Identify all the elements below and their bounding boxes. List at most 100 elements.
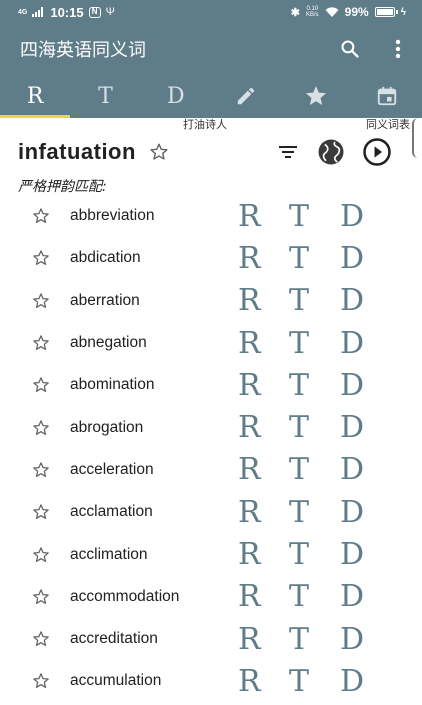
favorite-head-word-button[interactable] xyxy=(148,141,170,163)
definition-link-button[interactable]: D xyxy=(340,283,391,318)
list-item[interactable]: acceleration R T D xyxy=(0,449,422,491)
list-item[interactable]: abomination R T D xyxy=(0,364,422,406)
definition-link-button[interactable]: D xyxy=(340,579,391,614)
network-type: 4G xyxy=(18,8,28,16)
definition-link-button[interactable]: D xyxy=(340,622,391,657)
tab-compose[interactable] xyxy=(211,74,281,118)
tab-calendar[interactable] xyxy=(352,74,422,118)
filter-icon xyxy=(279,146,297,158)
thesaurus-link-button[interactable]: T xyxy=(289,495,340,530)
play-button[interactable] xyxy=(362,137,392,167)
rhyme-word[interactable]: acclimation xyxy=(70,546,148,564)
status-right: ✱ 0.10 KB/s 99% ϟ xyxy=(291,5,422,19)
tab-thesaurus[interactable]: T xyxy=(70,74,140,118)
definition-link-button[interactable]: D xyxy=(340,537,391,572)
tab-rhymes[interactable]: R xyxy=(0,74,71,118)
list-item[interactable]: abrogation R T D xyxy=(0,406,422,448)
rhyme-link-button[interactable]: R xyxy=(238,410,289,445)
app-actions xyxy=(326,24,422,74)
rhyme-link-button[interactable]: R xyxy=(238,537,289,572)
favorite-star-icon[interactable] xyxy=(31,375,51,395)
battery-level xyxy=(376,9,393,15)
rhyme-word[interactable]: abbreviation xyxy=(70,207,154,225)
rhyme-link-button[interactable]: R xyxy=(238,283,289,318)
thesaurus-link-button[interactable]: T xyxy=(289,368,340,403)
charging-icon: ϟ xyxy=(400,6,406,18)
thesaurus-link-button[interactable]: T xyxy=(289,622,340,657)
rhyme-word[interactable]: abomination xyxy=(70,376,154,394)
status-bar: 4G 10:15 N Ψ ✱ 0.10 KB/s 99% ϟ xyxy=(0,0,422,24)
list-item[interactable]: acclamation R T D xyxy=(0,491,422,533)
rhyme-word[interactable]: abdication xyxy=(70,249,141,267)
rhyme-link-button[interactable]: R xyxy=(238,326,289,361)
thesaurus-link-button[interactable]: T xyxy=(289,241,340,276)
thesaurus-link-button[interactable]: T xyxy=(289,410,340,445)
thesaurus-link-button[interactable]: T xyxy=(289,283,340,318)
favorite-star-icon[interactable] xyxy=(31,587,51,607)
battery-icon xyxy=(374,7,398,17)
rhyme-link-button[interactable]: R xyxy=(238,579,289,614)
bluetooth-icon: ✱ xyxy=(290,6,300,19)
list-item[interactable]: abdication R T D xyxy=(0,237,422,279)
favorite-star-icon[interactable] xyxy=(31,671,51,691)
thesaurus-link-button[interactable]: T xyxy=(289,452,340,487)
rhyme-link-button[interactable]: R xyxy=(238,368,289,403)
favorite-star-icon[interactable] xyxy=(31,460,51,480)
definition-link-button[interactable]: D xyxy=(340,326,391,361)
list-item[interactable]: aberration R T D xyxy=(0,280,422,322)
definition-link-button[interactable]: D xyxy=(340,368,391,403)
filter-button[interactable] xyxy=(276,140,300,164)
favorite-star-icon[interactable] xyxy=(31,629,51,649)
rhyme-link-button[interactable]: R xyxy=(238,241,289,276)
rhyme-word[interactable]: acceleration xyxy=(70,461,154,479)
thesaurus-link-button[interactable]: T xyxy=(289,579,340,614)
list-item[interactable]: accreditation R T D xyxy=(0,618,422,660)
overflow-menu-button[interactable] xyxy=(374,24,422,74)
rhyme-link-button[interactable]: R xyxy=(238,622,289,657)
rhyme-word[interactable]: aberration xyxy=(70,292,140,310)
rhyme-word[interactable]: accommodation xyxy=(70,588,179,606)
rhyme-link-button[interactable]: R xyxy=(238,495,289,530)
calendar-icon xyxy=(377,86,396,106)
rtd-links: RTD xyxy=(238,326,391,361)
definition-link-button[interactable]: D xyxy=(340,199,391,234)
rhyme-word[interactable]: acclamation xyxy=(70,503,153,521)
thesaurus-link-button[interactable]: T xyxy=(289,199,340,234)
rhyme-link-button[interactable]: R xyxy=(238,664,289,699)
rtd-links: RTD xyxy=(238,283,391,318)
thesaurus-link-button[interactable]: T xyxy=(289,326,340,361)
rhyme-word[interactable]: accumulation xyxy=(70,672,161,690)
list-item[interactable]: accumulation R T D xyxy=(0,660,422,702)
rtd-links: RTD xyxy=(238,579,391,614)
favorite-star-icon[interactable] xyxy=(31,502,51,522)
list-item[interactable]: abbreviation R T D xyxy=(0,195,422,237)
list-item[interactable]: abnegation R T D xyxy=(0,322,422,364)
search-button[interactable] xyxy=(326,24,374,74)
rtd-links: RTD xyxy=(238,664,391,699)
definition-link-button[interactable]: D xyxy=(340,241,391,276)
language-button[interactable] xyxy=(316,137,346,167)
definition-link-button[interactable]: D xyxy=(340,410,391,445)
favorite-star-icon[interactable] xyxy=(31,418,51,438)
list-item[interactable]: acclimation R T D xyxy=(0,533,422,575)
rhyme-link-button[interactable]: R xyxy=(238,199,289,234)
tab-label-r: R xyxy=(26,83,44,109)
favorite-star-icon[interactable] xyxy=(31,291,51,311)
favorite-star-icon[interactable] xyxy=(31,333,51,353)
definition-link-button[interactable]: D xyxy=(340,495,391,530)
list-item[interactable]: accommodation R T D xyxy=(0,576,422,618)
favorite-star-icon[interactable] xyxy=(31,206,51,226)
rhyme-word[interactable]: abnegation xyxy=(70,334,147,352)
definition-link-button[interactable]: D xyxy=(340,664,391,699)
rhyme-link-button[interactable]: R xyxy=(238,452,289,487)
favorite-star-icon[interactable] xyxy=(31,545,51,565)
tab-dictionary[interactable]: D xyxy=(141,74,211,118)
rhyme-word[interactable]: abrogation xyxy=(70,419,143,437)
favorite-star-icon[interactable] xyxy=(31,248,51,268)
thesaurus-link-button[interactable]: T xyxy=(289,537,340,572)
nfc-icon: N xyxy=(88,6,101,18)
thesaurus-link-button[interactable]: T xyxy=(289,664,340,699)
rhyme-word[interactable]: accreditation xyxy=(70,630,158,648)
tab-favorites[interactable] xyxy=(281,74,351,118)
definition-link-button[interactable]: D xyxy=(340,452,391,487)
